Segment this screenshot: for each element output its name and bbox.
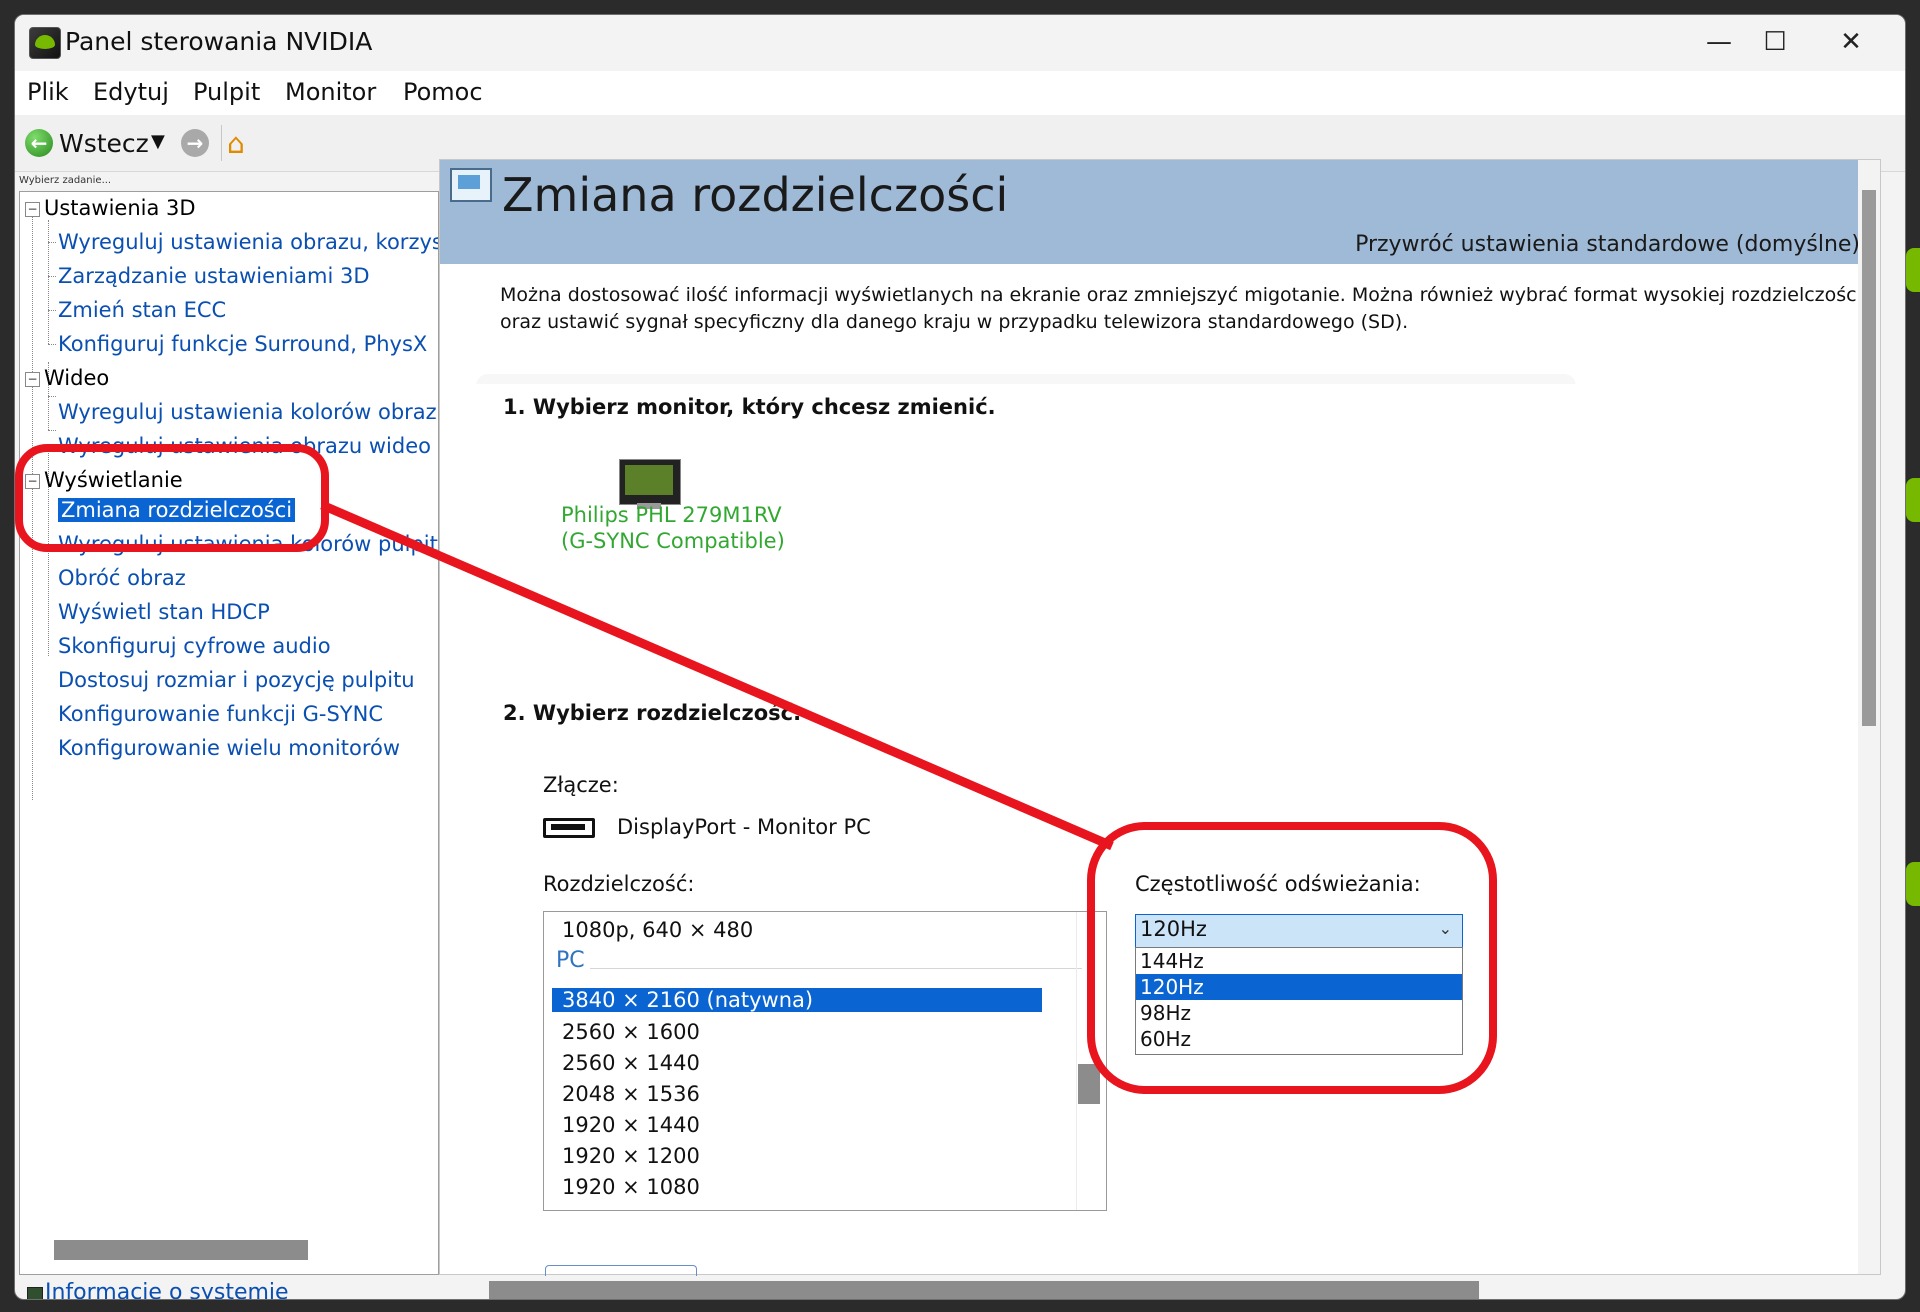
tree-tick [48,276,56,277]
content-horizontal-scrollbar[interactable] [489,1281,1479,1299]
maximize-button[interactable]: ☐ [1745,21,1805,63]
nav-item-hdcp[interactable]: Wyświetl stan HDCP [58,600,270,624]
close-button[interactable]: ✕ [1821,21,1881,63]
display-settings-icon [450,168,492,202]
category-display[interactable]: Wyświetlanie [44,468,183,492]
resolution-item[interactable]: 2560 × 1600 [562,1020,700,1044]
resolution-scroll-track [1076,912,1077,1210]
resolution-item[interactable]: 1920 × 1080 [562,1175,700,1199]
nav-item-video-image[interactable]: Wyreguluj ustawienia obrazu wideo [58,434,431,458]
restore-defaults-link[interactable]: Przywróć ustawienia standardowe (domyśln… [1355,232,1860,257]
content-vertical-scrollbar[interactable] [1858,160,1880,1274]
step-2-heading: 2. Wybierz rozdzielczość. [503,701,802,725]
tree-tick [48,242,56,243]
menu-pulpit[interactable]: Pulpit [193,78,260,106]
connector-label: Złącze: [543,773,619,797]
nav-item-image-settings[interactable]: Wyreguluj ustawienia obrazu, korzysta [58,230,438,254]
partial-button[interactable] [545,1265,697,1276]
refresh-rate-value: 120Hz [1140,917,1207,941]
monitor-icon[interactable] [619,459,681,509]
resolution-item[interactable]: 1920 × 1200 [562,1144,700,1168]
resolution-item[interactable]: 1080p, 640 × 480 [562,918,753,942]
nav-item-manage-3d[interactable]: Zarządzanie ustawieniami 3D [58,264,370,288]
category-video[interactable]: Wideo [44,366,109,390]
nav-horizontal-scrollbar[interactable] [54,1240,308,1260]
collapse-3d-icon[interactable]: − [25,202,40,217]
category-3d-settings[interactable]: Ustawienia 3D [44,196,196,220]
nav-item-rotate[interactable]: Obróć obraz [58,566,186,590]
step-1-heading: 1. Wybierz monitor, który chcesz zmienić… [503,395,996,419]
tree-tick [48,396,56,397]
tree-line [32,214,33,800]
forward-arrow-icon[interactable]: → [181,129,209,157]
nav-item-digital-audio[interactable]: Skonfiguruj cyfrowe audio [58,634,331,658]
nav-item-desktop-color[interactable]: Wyreguluj ustawienia kolorów pulpitu [58,532,438,556]
description-line-1: Można dostosować ilość informacji wyświe… [500,284,1857,306]
background-window-edge [1906,248,1920,292]
nav-item-multi-monitor[interactable]: Konfigurowanie wielu monitorów [58,736,400,760]
collapse-video-icon[interactable]: − [25,372,40,387]
refresh-option-144hz[interactable]: 144Hz [1136,948,1462,974]
tree-tick [48,310,56,311]
tree-line [48,220,49,344]
refresh-rate-options-list[interactable]: 144Hz 120Hz 98Hz 60Hz [1135,947,1463,1055]
page-banner: Zmiana rozdzielczości Przywróć ustawieni… [440,160,1880,264]
title-bar: Panel sterowania NVIDIA — ☐ ✕ [15,15,1905,69]
displayport-icon [543,818,595,838]
menu-pomoc[interactable]: Pomoc [403,78,483,106]
minimize-button[interactable]: — [1689,21,1749,63]
nvidia-logo-icon [29,27,61,59]
home-icon[interactable]: ⌂ [227,127,245,160]
chevron-down-icon[interactable]: ⌄ [1439,919,1452,938]
nvidia-control-panel-window: Panel sterowania NVIDIA — ☐ ✕ Plik Edytu… [14,14,1906,1300]
group-divider [590,968,1082,969]
background-window-edge [1906,478,1920,522]
back-arrow-icon[interactable]: ← [25,129,53,157]
nav-item-surround-physx[interactable]: Konfiguruj funkcje Surround, PhysX [58,332,427,356]
menu-bar: Plik Edytuj Pulpit Monitor Pomoc [15,71,1905,115]
back-history-dropdown-icon[interactable]: ▼ [151,131,165,152]
refresh-option-120hz[interactable]: 120Hz [1136,974,1462,1000]
task-pane-label: Wybierz zadanie... [19,175,112,186]
nav-item-desktop-size[interactable]: Dostosuj rozmiar i pozycję pulpitu [58,668,415,692]
resolution-scrollbar-thumb[interactable] [1078,1064,1100,1104]
monitor-name[interactable]: Philips PHL 279M1RV [561,503,782,527]
page-title: Zmiana rozdzielczości [502,168,1009,222]
resolution-label: Rozdzielczość: [543,872,695,896]
refresh-option-60hz[interactable]: 60Hz [1136,1026,1462,1052]
resolution-item[interactable]: 2048 × 1536 [562,1082,700,1106]
task-navigation-tree: − Ustawienia 3D Wyreguluj ustawienia obr… [19,191,439,1275]
window-title: Panel sterowania NVIDIA [65,27,373,56]
resolution-item-selected[interactable]: 3840 × 2160 (natywna) [552,988,1042,1012]
resolution-item[interactable]: 2560 × 1440 [562,1051,700,1075]
system-info-link[interactable]: Informacje o systemie [45,1280,289,1299]
refresh-rate-label: Częstotliwość odświeżania: [1135,872,1421,896]
monitor-gsync-label[interactable]: (G-SYNC Compatible) [561,529,785,553]
menu-monitor[interactable]: Monitor [285,78,376,106]
collapse-display-icon[interactable]: − [25,474,40,489]
page-description: Można dostosować ilość informacji wyświe… [500,282,1880,336]
nav-item-video-color[interactable]: Wyreguluj ustawienia kolorów obrazu w [58,400,438,424]
description-line-2: oraz ustawić sygnał specyficzny dla dane… [500,311,1409,333]
nav-item-ecc[interactable]: Zmień stan ECC [58,298,226,322]
nav-item-change-resolution[interactable]: Zmiana rozdzielczości [58,498,296,522]
refresh-option-98hz[interactable]: 98Hz [1136,1000,1462,1026]
tree-tick [48,430,56,431]
refresh-rate-dropdown[interactable]: 120Hz ⌄ [1135,914,1463,948]
connector-value: DisplayPort - Monitor PC [617,815,871,839]
background-window-edge [1906,862,1920,906]
resolution-group-pc: PC [556,948,585,973]
resolution-listbox[interactable]: 1080p, 640 × 480 PC 3840 × 2160 (natywna… [543,911,1107,1211]
menu-edytuj[interactable]: Edytuj [93,78,169,106]
toolbar-separator [221,125,222,161]
tree-tick [48,344,56,345]
back-button[interactable]: Wstecz [59,129,149,158]
nav-item-gsync[interactable]: Konfigurowanie funkcji G-SYNC [58,702,383,726]
resolution-item[interactable]: 1920 × 1440 [562,1113,700,1137]
system-info-icon [27,1287,43,1299]
menu-plik[interactable]: Plik [27,78,69,106]
